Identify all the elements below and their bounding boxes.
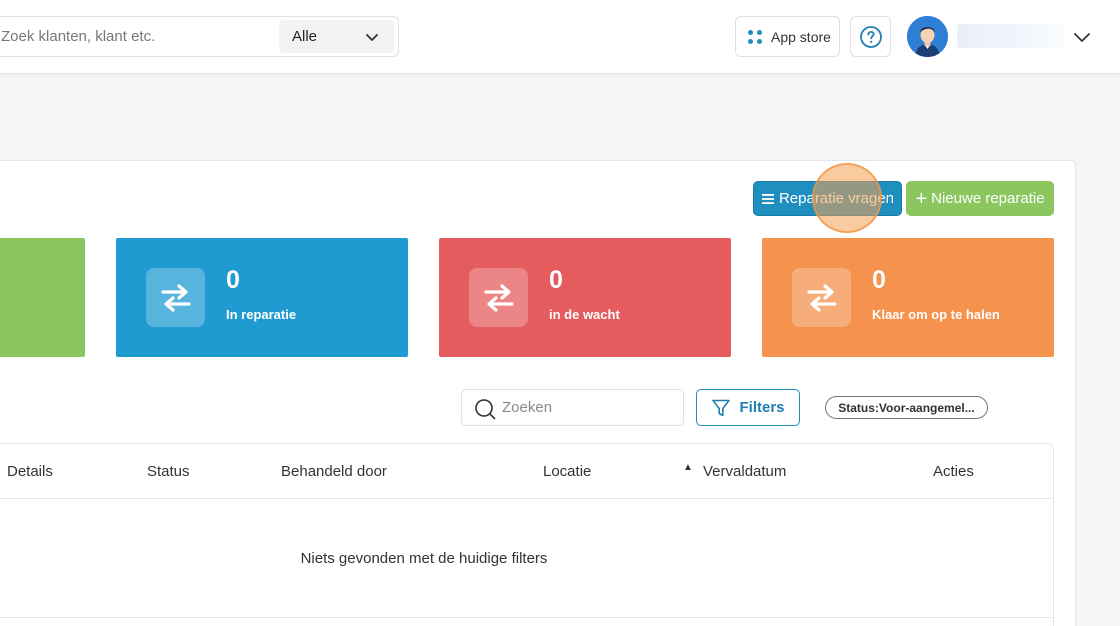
stat-card-partial[interactable] [0, 238, 85, 357]
stat-count: 0 [226, 266, 240, 294]
sort-ascending-icon[interactable]: ▲ [683, 462, 693, 473]
user-avatar-icon [907, 16, 948, 57]
help-button[interactable] [850, 16, 891, 57]
empty-state-message: Niets gevonden met de huidige filters [300, 550, 548, 567]
filters-label: Filters [739, 399, 785, 416]
funnel-icon [712, 399, 731, 416]
stat-card-in-repair[interactable]: 0 In reparatie [116, 238, 408, 357]
filters-button[interactable]: Filters [696, 389, 800, 426]
app-grid-icon [748, 29, 762, 44]
ask-repair-label: Reparatie vragen [778, 190, 895, 207]
top-bar: Alle App store [0, 0, 1120, 74]
divider [0, 617, 1053, 618]
search-scope-select[interactable]: Alle [279, 20, 394, 53]
new-repair-button[interactable]: + Nieuwe reparatie [906, 181, 1054, 216]
column-header-actions[interactable]: Acties [933, 463, 974, 480]
column-header-location[interactable]: Locatie [543, 463, 591, 480]
app-store-label: App store [771, 28, 831, 45]
swap-arrows-icon [146, 268, 205, 327]
table-search-field [461, 389, 684, 426]
stat-count: 0 [549, 266, 563, 294]
list-icon [761, 193, 774, 204]
ask-repair-button[interactable]: Reparatie vragen [753, 181, 902, 216]
swap-arrows-icon [792, 268, 851, 327]
stat-card-ready-for-pickup[interactable]: 0 Klaar om op te halen [762, 238, 1054, 357]
swap-arrows-icon [469, 268, 528, 327]
stat-label: Klaar om op te halen [872, 307, 1000, 322]
status-filter-label: Status:Voor-aangemel... [838, 400, 975, 415]
stat-card-on-hold[interactable]: 0 in de wacht [439, 238, 731, 357]
question-icon [859, 25, 882, 48]
plus-icon: + [915, 187, 928, 210]
column-header-details[interactable]: Details [7, 463, 53, 480]
global-search-group: Alle [0, 16, 399, 57]
column-header-handled-by[interactable]: Behandeld door [281, 463, 387, 480]
status-filter-chip[interactable]: Status:Voor-aangemel... [825, 396, 988, 419]
table-search-input[interactable] [502, 390, 677, 425]
user-avatar[interactable] [907, 16, 948, 57]
search-scope-value: Alle [292, 28, 318, 45]
search-icon [475, 399, 496, 420]
table-header: Details Status Behandeld door Locatie ▲ … [0, 444, 1053, 499]
column-header-status[interactable]: Status [147, 463, 190, 480]
chevron-down-icon[interactable] [1072, 28, 1092, 46]
stat-count: 0 [872, 266, 886, 294]
new-repair-label: Nieuwe reparatie [931, 190, 1045, 207]
stat-label: In reparatie [226, 307, 297, 322]
column-header-due-date[interactable]: Vervaldatum [703, 463, 786, 480]
chevron-down-icon [366, 34, 378, 41]
repairs-table: Details Status Behandeld door Locatie ▲ … [0, 443, 1054, 626]
stat-label: in de wacht [549, 307, 620, 322]
app-store-button[interactable]: App store [735, 16, 840, 57]
username-redacted [957, 24, 1065, 48]
global-search-input[interactable] [0, 17, 279, 56]
